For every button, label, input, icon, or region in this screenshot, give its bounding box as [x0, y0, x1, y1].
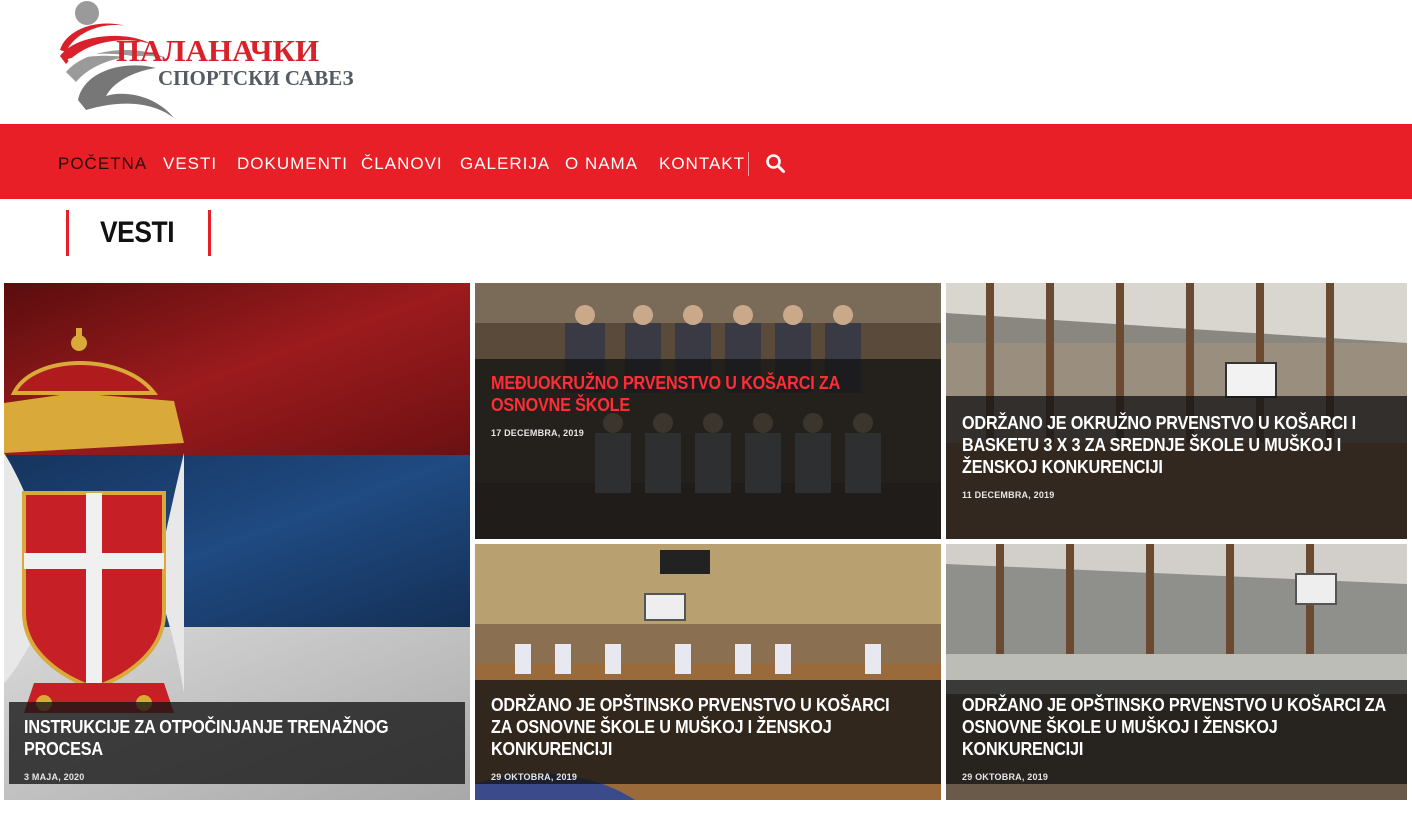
news-title[interactable]: ODRŽANO JE OPŠTINSKO PRVENSTVO U KOŠARCI… — [962, 694, 1387, 760]
logo-title: ПАЛАНАЧКИ — [116, 33, 320, 68]
news-title[interactable]: MEĐUOKRUŽNO PRVENSTVO U KOŠARCI ZA OSNOV… — [491, 372, 911, 416]
news-card-caption: INSTRUKCIJE ZA OTPOČINJANJE TRENAŽNOG PR… — [9, 702, 465, 784]
site-logo[interactable]: ПАЛАНАЧКИ СПОРТСКИ САВЕЗ — [56, 0, 356, 122]
nav-item-vesti[interactable]: VESTI — [163, 154, 217, 174]
section-heading: VESTI — [66, 210, 211, 256]
nav-item-galerija[interactable]: GALERIJA — [460, 154, 550, 174]
news-card[interactable]: INSTRUKCIJE ZA OTPOČINJANJE TRENAŽNOG PR… — [4, 283, 470, 800]
news-date: 11 DECEMBRA, 2019 — [962, 490, 1055, 500]
nav-divider — [748, 152, 749, 176]
news-title[interactable]: INSTRUKCIJE ZA OTPOČINJANJE TRENAŽNOG PR… — [24, 716, 465, 760]
news-card[interactable]: ODRŽANO JE OKRUŽNO PRVENSTVO U KOŠARCI I… — [946, 283, 1407, 539]
site-header: ПАЛАНАЧКИ СПОРТСКИ САВЕЗ — [0, 0, 1412, 124]
logo-subtitle: СПОРТСКИ САВЕЗ — [158, 66, 354, 90]
news-card-caption: ODRŽANO JE OKRUŽNO PRVENSTVO U KOŠARCI I… — [946, 396, 1407, 539]
news-card[interactable]: MEĐUOKRUŽNO PRVENSTVO U KOŠARCI ZA OSNOV… — [475, 283, 941, 539]
search-icon — [766, 154, 785, 173]
section-title: VESTI — [100, 216, 175, 249]
nav-item-pocetna[interactable]: POČETNA — [58, 154, 147, 174]
news-card-caption: ODRŽANO JE OPŠTINSKO PRVENSTVO U KOŠARCI… — [475, 680, 941, 784]
nav-item-o-nama[interactable]: O NAMA — [565, 154, 638, 174]
news-date: 17 DECEMBRA, 2019 — [491, 428, 584, 438]
search-button[interactable] — [765, 153, 787, 175]
news-date: 29 OKTOBRA, 2019 — [962, 772, 1049, 782]
news-card[interactable]: ODRŽANO JE OPŠTINSKO PRVENSTVO U KOŠARCI… — [946, 544, 1407, 800]
news-card-caption: MEĐUOKRUŽNO PRVENSTVO U KOŠARCI ZA OSNOV… — [475, 359, 941, 539]
nav-item-clanovi[interactable]: ČLANOVI — [361, 154, 443, 174]
news-date: 29 OKTOBRA, 2019 — [491, 772, 578, 782]
news-title[interactable]: ODRŽANO JE OKRUŽNO PRVENSTVO U KOŠARCI I… — [962, 412, 1377, 478]
news-date: 3 MAJA, 2020 — [24, 772, 85, 782]
news-card-caption: ODRŽANO JE OPŠTINSKO PRVENSTVO U KOŠARCI… — [946, 680, 1407, 784]
news-title[interactable]: ODRŽANO JE OPŠTINSKO PRVENSTVO U KOŠARCI… — [491, 694, 911, 760]
nav-item-kontakt[interactable]: KONTAKT — [659, 154, 745, 174]
nav-item-dokumenti[interactable]: DOKUMENTI — [237, 154, 348, 174]
news-card[interactable]: ODRŽANO JE OPŠTINSKO PRVENSTVO U KOŠARCI… — [475, 544, 941, 800]
main-navigation: POČETNA VESTI DOKUMENTI ČLANOVI GALERIJA… — [0, 124, 1412, 199]
